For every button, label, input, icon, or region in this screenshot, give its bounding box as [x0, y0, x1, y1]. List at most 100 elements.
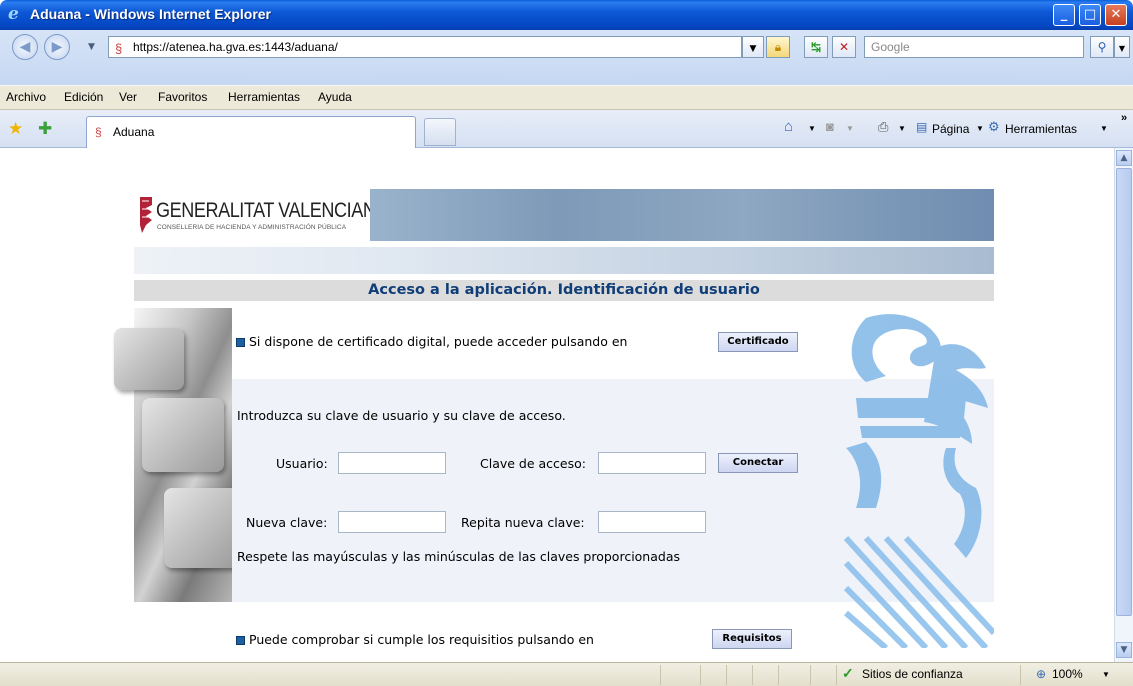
search-input[interactable]: Google — [864, 36, 1084, 58]
site-favicon-icon: § — [115, 41, 123, 56]
vertical-scrollbar[interactable]: ▲ ▼ — [1114, 148, 1133, 662]
zoom-icon: ⊕ — [1036, 667, 1047, 681]
bullet-icon — [236, 636, 245, 645]
requisitos-row: Puede comprobar si cumple los requisitio… — [236, 632, 594, 647]
usuario-input[interactable] — [338, 452, 446, 474]
page-dropdown-icon[interactable]: ▼ — [976, 124, 984, 133]
history-dropdown-icon[interactable]: ▼ — [88, 42, 95, 52]
header-banner: GENERALITAT VALENCIANA CONSELLERIA DE HA… — [134, 189, 994, 274]
url-text: https://atenea.ha.gva.es:1443/aduana/ — [133, 40, 338, 54]
search-options-button[interactable]: ▼ — [1114, 36, 1130, 58]
status-divider — [726, 665, 727, 685]
gv-logo: GENERALITAT VALENCIANA CONSELLERIA DE HA… — [134, 189, 388, 241]
tab-aduana[interactable]: § Aduana — [86, 116, 416, 148]
bullet-icon — [236, 338, 245, 347]
chevron-down-icon: ▼ — [1120, 645, 1128, 655]
tab-favicon-icon: § — [95, 125, 102, 139]
intro-text: Introduzca su clave de usuario y su clav… — [237, 408, 566, 423]
usuario-label: Usuario: — [276, 456, 328, 471]
status-divider — [1020, 665, 1021, 685]
home-dropdown-icon[interactable]: ▼ — [808, 124, 816, 133]
window-title: Aduana - Windows Internet Explorer — [30, 6, 272, 22]
cert-text: Si dispone de certificado digital, puede… — [249, 334, 628, 349]
print-dropdown-icon[interactable]: ▼ — [898, 124, 906, 133]
header-photo — [370, 189, 994, 241]
favorites-star-icon[interactable]: ★ — [8, 119, 23, 139]
maximize-button[interactable]: □ — [1079, 4, 1101, 26]
scroll-down-button[interactable]: ▼ — [1116, 642, 1132, 658]
tools-gear-icon: ⚙ — [988, 119, 1000, 134]
nueva-clave-input[interactable] — [338, 511, 446, 533]
nueva-clave-label: Nueva clave: — [246, 515, 328, 530]
status-divider — [778, 665, 779, 685]
status-divider — [810, 665, 811, 685]
conectar-button[interactable]: Conectar — [718, 453, 798, 473]
page-content: GENERALITAT VALENCIANA CONSELLERIA DE HA… — [4, 148, 1114, 662]
back-button[interactable]: ◀ — [12, 34, 38, 60]
security-lock-button[interactable]: 🔒︎ — [766, 36, 790, 58]
page-menu-button[interactable]: Página — [932, 122, 969, 136]
repita-clave-label: Repita nueva clave: — [461, 515, 585, 530]
status-divider — [836, 665, 837, 685]
menu-ver[interactable]: Ver — [119, 90, 137, 104]
certificado-button[interactable]: Certificado — [718, 332, 798, 352]
scroll-thumb[interactable] — [1116, 168, 1132, 616]
toolbar-overflow-icon[interactable]: » — [1121, 112, 1127, 124]
search-icon: ⚲ — [1097, 40, 1107, 54]
minimize-button[interactable]: _ — [1053, 4, 1075, 26]
back-arrow-icon: ◀ — [19, 39, 31, 55]
org-subtitle: CONSELLERIA DE HACIENDA Y ADMINISTRACIÓN… — [157, 224, 347, 231]
feeds-dropdown-icon[interactable]: ▼ — [846, 124, 854, 133]
menu-archivo[interactable]: Archivo — [6, 90, 46, 104]
forward-button[interactable]: ▶ — [44, 34, 70, 60]
stop-icon: ✕ — [838, 40, 850, 54]
chevron-down-icon: ▼ — [1118, 44, 1126, 53]
scroll-up-button[interactable]: ▲ — [1116, 150, 1132, 166]
status-divider — [660, 665, 661, 685]
new-tab-button[interactable] — [424, 118, 456, 146]
address-toolbar: ◀ ▶ ▼ § https://atenea.ha.gva.es:1443/ad… — [0, 30, 1133, 85]
zoom-level[interactable]: 100% — [1052, 667, 1083, 681]
keyboard-image — [114, 308, 239, 602]
lock-icon: 🔒︎ — [774, 40, 782, 54]
feeds-icon[interactable]: ◙ — [826, 119, 834, 134]
header-photo-strip — [134, 247, 994, 274]
search-placeholder: Google — [871, 40, 910, 54]
repita-clave-input[interactable] — [598, 511, 706, 533]
add-favorite-icon[interactable]: ✚ — [38, 119, 52, 139]
print-icon[interactable]: ⎙ — [878, 119, 888, 135]
clave-input[interactable] — [598, 452, 706, 474]
maximize-icon: □ — [1083, 7, 1097, 22]
window-title-bar[interactable]: e Aduana - Windows Internet Explorer _ □… — [0, 0, 1133, 30]
ie-logo-icon: e — [8, 4, 19, 24]
gv-emblem-icon — [140, 197, 152, 233]
refresh-button[interactable]: ↹ — [804, 36, 828, 58]
menu-edicion[interactable]: Edición — [64, 90, 103, 104]
cert-row: Si dispone de certificado digital, puede… — [236, 334, 627, 349]
page-icon: ▤ — [916, 120, 928, 134]
tab-label: Aduana — [113, 125, 155, 139]
page-title: Acceso a la aplicación. Identificación d… — [134, 280, 994, 301]
menu-bar: Archivo Edición Ver Favoritos Herramient… — [0, 85, 1133, 110]
status-divider — [700, 665, 701, 685]
zoom-dropdown-icon[interactable]: ▼ — [1102, 670, 1110, 679]
requisitos-text: Puede comprobar si cumple los requisitio… — [249, 632, 594, 647]
menu-herramientas[interactable]: Herramientas — [228, 90, 300, 104]
tools-dropdown-icon[interactable]: ▼ — [1100, 124, 1108, 133]
url-field[interactable]: § https://atenea.ha.gva.es:1443/aduana/ — [108, 36, 742, 58]
minimize-icon: _ — [1060, 7, 1068, 22]
menu-favoritos[interactable]: Favoritos — [158, 90, 207, 104]
chevron-up-icon: ▲ — [1120, 153, 1128, 163]
home-icon[interactable]: ⌂ — [784, 118, 793, 135]
search-button[interactable]: ⚲ — [1090, 36, 1114, 58]
org-name: GENERALITAT VALENCIANA — [156, 199, 388, 222]
stop-button[interactable]: ✕ — [832, 36, 856, 58]
chevron-down-icon: ▼ — [749, 44, 757, 54]
tools-menu-button[interactable]: Herramientas — [1005, 122, 1077, 136]
tab-bar: ★ ✚ § Aduana ⌂ ▼ ◙ ▼ ⎙ ▼ ▤ Página ▼ ⚙ He… — [0, 110, 1133, 148]
security-zone[interactable]: Sitios de confianza — [862, 667, 963, 681]
close-button[interactable]: ✕ — [1105, 4, 1127, 26]
requisitos-button[interactable]: Requisitos — [712, 629, 792, 649]
menu-ayuda[interactable]: Ayuda — [318, 90, 352, 104]
url-dropdown-button[interactable]: ▼ — [742, 36, 764, 58]
